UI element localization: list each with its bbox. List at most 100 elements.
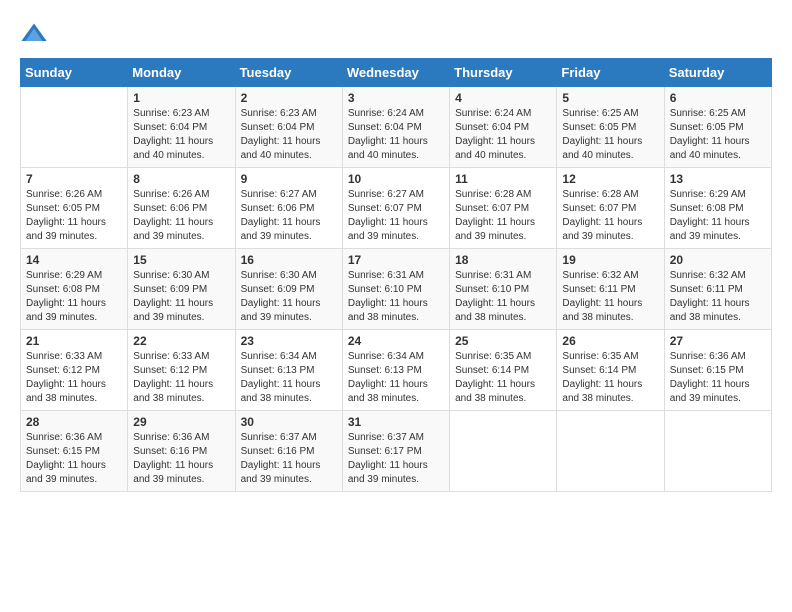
calendar-cell xyxy=(450,411,557,492)
calendar-cell: 13Sunrise: 6:29 AMSunset: 6:08 PMDayligh… xyxy=(664,168,771,249)
day-number: 9 xyxy=(241,172,337,186)
day-info: Sunrise: 6:36 AMSunset: 6:15 PMDaylight:… xyxy=(26,431,122,487)
day-info: Sunrise: 6:29 AMSunset: 6:08 PMDaylight:… xyxy=(26,269,122,325)
calendar-cell: 29 Sunrise: 6:36 AMSunset: 6:16 PMDayligh… xyxy=(128,411,235,492)
calendar-cell: 23 Sunrise: 6:34 AMSunset: 6:13 PMDayligh… xyxy=(235,330,342,411)
calendar-week-row: 14Sunrise: 6:29 AMSunset: 6:08 PMDayligh… xyxy=(21,249,772,330)
day-number: 27 xyxy=(670,334,766,348)
weekday-header: Sunday xyxy=(21,59,128,87)
calendar-cell: 17 Sunrise: 6:31 AMSunset: 6:10 PMDayligh… xyxy=(342,249,449,330)
calendar-cell: 30 Sunrise: 6:37 AMSunset: 6:16 PMDayligh… xyxy=(235,411,342,492)
calendar-cell: 1 Sunrise: 6:23 AMSunset: 6:04 PMDaylight… xyxy=(128,87,235,168)
day-info: Sunrise: 6:33 AMSunset: 6:12 PMDaylight:… xyxy=(26,350,122,406)
calendar-cell: 6 Sunrise: 6:25 AMSunset: 6:05 PMDaylight… xyxy=(664,87,771,168)
day-info: Sunrise: 6:35 AMSunset: 6:14 PMDaylight:… xyxy=(562,350,658,406)
calendar-cell: 26 Sunrise: 6:35 AMSunset: 6:14 PMDayligh… xyxy=(557,330,664,411)
calendar-week-row: 1 Sunrise: 6:23 AMSunset: 6:04 PMDaylight… xyxy=(21,87,772,168)
calendar-cell: 12Sunrise: 6:28 AMSunset: 6:07 PMDayligh… xyxy=(557,168,664,249)
calendar-cell: 25 Sunrise: 6:35 AMSunset: 6:14 PMDayligh… xyxy=(450,330,557,411)
calendar-cell: 14Sunrise: 6:29 AMSunset: 6:08 PMDayligh… xyxy=(21,249,128,330)
day-info: Sunrise: 6:27 AMSunset: 6:06 PMDaylight:… xyxy=(241,188,337,244)
day-info: Sunrise: 6:31 AMSunset: 6:10 PMDaylight:… xyxy=(455,269,551,325)
calendar-cell: 20 Sunrise: 6:32 AMSunset: 6:11 PMDayligh… xyxy=(664,249,771,330)
day-info: Sunrise: 6:24 AMSunset: 6:04 PMDaylight:… xyxy=(348,107,444,163)
day-info: Sunrise: 6:25 AMSunset: 6:05 PMDaylight:… xyxy=(562,107,658,163)
day-number: 28 xyxy=(26,415,122,429)
day-number: 15 xyxy=(133,253,229,267)
day-info: Sunrise: 6:35 AMSunset: 6:14 PMDaylight:… xyxy=(455,350,551,406)
day-number: 2 xyxy=(241,91,337,105)
day-number: 6 xyxy=(670,91,766,105)
day-number: 13 xyxy=(670,172,766,186)
calendar-cell: 2Sunrise: 6:23 AMSunset: 6:04 PMDaylight… xyxy=(235,87,342,168)
calendar-cell: 10 Sunrise: 6:27 AMSunset: 6:07 PMDayligh… xyxy=(342,168,449,249)
day-number: 30 xyxy=(241,415,337,429)
day-number: 23 xyxy=(241,334,337,348)
day-info: Sunrise: 6:32 AMSunset: 6:11 PMDaylight:… xyxy=(562,269,658,325)
day-number: 21 xyxy=(26,334,122,348)
day-info: Sunrise: 6:37 AMSunset: 6:16 PMDaylight:… xyxy=(241,431,337,487)
calendar-cell: 31 Sunrise: 6:37 AMSunset: 6:17 PMDayligh… xyxy=(342,411,449,492)
day-number: 17 xyxy=(348,253,444,267)
day-info: Sunrise: 6:33 AMSunset: 6:12 PMDaylight:… xyxy=(133,350,229,406)
day-info: Sunrise: 6:24 AMSunset: 6:04 PMDaylight:… xyxy=(455,107,551,163)
weekday-header: Thursday xyxy=(450,59,557,87)
day-info: Sunrise: 6:34 AMSunset: 6:13 PMDaylight:… xyxy=(241,350,337,406)
weekday-header: Wednesday xyxy=(342,59,449,87)
day-info: Sunrise: 6:27 AMSunset: 6:07 PMDaylight:… xyxy=(348,188,444,244)
logo-icon xyxy=(20,20,48,48)
weekday-header: Friday xyxy=(557,59,664,87)
day-number: 31 xyxy=(348,415,444,429)
calendar-cell: 19 Sunrise: 6:32 AMSunset: 6:11 PMDayligh… xyxy=(557,249,664,330)
day-number: 26 xyxy=(562,334,658,348)
calendar-cell: 7Sunrise: 6:26 AMSunset: 6:05 PMDaylight… xyxy=(21,168,128,249)
day-info: Sunrise: 6:36 AMSunset: 6:15 PMDaylight:… xyxy=(670,350,766,406)
calendar-cell: 21 Sunrise: 6:33 AMSunset: 6:12 PMDayligh… xyxy=(21,330,128,411)
calendar-cell: 28 Sunrise: 6:36 AMSunset: 6:15 PMDayligh… xyxy=(21,411,128,492)
calendar-week-row: 7Sunrise: 6:26 AMSunset: 6:05 PMDaylight… xyxy=(21,168,772,249)
day-number: 25 xyxy=(455,334,551,348)
day-info: Sunrise: 6:36 AMSunset: 6:16 PMDaylight:… xyxy=(133,431,229,487)
calendar-cell xyxy=(664,411,771,492)
logo xyxy=(20,20,52,48)
weekday-header: Tuesday xyxy=(235,59,342,87)
day-number: 1 xyxy=(133,91,229,105)
calendar-cell: 3 Sunrise: 6:24 AMSunset: 6:04 PMDaylight… xyxy=(342,87,449,168)
calendar-week-row: 28 Sunrise: 6:36 AMSunset: 6:15 PMDayligh… xyxy=(21,411,772,492)
day-info: Sunrise: 6:26 AMSunset: 6:05 PMDaylight:… xyxy=(26,188,122,244)
day-number: 3 xyxy=(348,91,444,105)
calendar-cell: 5 Sunrise: 6:25 AMSunset: 6:05 PMDaylight… xyxy=(557,87,664,168)
day-number: 20 xyxy=(670,253,766,267)
day-number: 22 xyxy=(133,334,229,348)
calendar-cell: 4 Sunrise: 6:24 AMSunset: 6:04 PMDaylight… xyxy=(450,87,557,168)
day-info: Sunrise: 6:25 AMSunset: 6:05 PMDaylight:… xyxy=(670,107,766,163)
calendar-cell: 18Sunrise: 6:31 AMSunset: 6:10 PMDayligh… xyxy=(450,249,557,330)
day-number: 16 xyxy=(241,253,337,267)
day-number: 29 xyxy=(133,415,229,429)
day-info: Sunrise: 6:30 AMSunset: 6:09 PMDaylight:… xyxy=(241,269,337,325)
day-number: 19 xyxy=(562,253,658,267)
day-info: Sunrise: 6:32 AMSunset: 6:11 PMDaylight:… xyxy=(670,269,766,325)
day-info: Sunrise: 6:30 AMSunset: 6:09 PMDaylight:… xyxy=(133,269,229,325)
day-info: Sunrise: 6:28 AMSunset: 6:07 PMDaylight:… xyxy=(455,188,551,244)
day-number: 4 xyxy=(455,91,551,105)
weekday-header: Monday xyxy=(128,59,235,87)
calendar-week-row: 21 Sunrise: 6:33 AMSunset: 6:12 PMDayligh… xyxy=(21,330,772,411)
day-info: Sunrise: 6:23 AMSunset: 6:04 PMDaylight:… xyxy=(133,107,229,163)
calendar-cell: 22 Sunrise: 6:33 AMSunset: 6:12 PMDayligh… xyxy=(128,330,235,411)
calendar-cell: 16 Sunrise: 6:30 AMSunset: 6:09 PMDayligh… xyxy=(235,249,342,330)
day-info: Sunrise: 6:31 AMSunset: 6:10 PMDaylight:… xyxy=(348,269,444,325)
calendar-cell: 24 Sunrise: 6:34 AMSunset: 6:13 PMDayligh… xyxy=(342,330,449,411)
weekday-header-row: SundayMondayTuesdayWednesdayThursdayFrid… xyxy=(21,59,772,87)
day-number: 5 xyxy=(562,91,658,105)
day-number: 24 xyxy=(348,334,444,348)
calendar-cell: 8Sunrise: 6:26 AMSunset: 6:06 PMDaylight… xyxy=(128,168,235,249)
calendar-cell xyxy=(21,87,128,168)
day-info: Sunrise: 6:26 AMSunset: 6:06 PMDaylight:… xyxy=(133,188,229,244)
day-info: Sunrise: 6:34 AMSunset: 6:13 PMDaylight:… xyxy=(348,350,444,406)
day-info: Sunrise: 6:28 AMSunset: 6:07 PMDaylight:… xyxy=(562,188,658,244)
weekday-header: Saturday xyxy=(664,59,771,87)
calendar-cell: 9 Sunrise: 6:27 AMSunset: 6:06 PMDaylight… xyxy=(235,168,342,249)
day-number: 10 xyxy=(348,172,444,186)
day-info: Sunrise: 6:37 AMSunset: 6:17 PMDaylight:… xyxy=(348,431,444,487)
